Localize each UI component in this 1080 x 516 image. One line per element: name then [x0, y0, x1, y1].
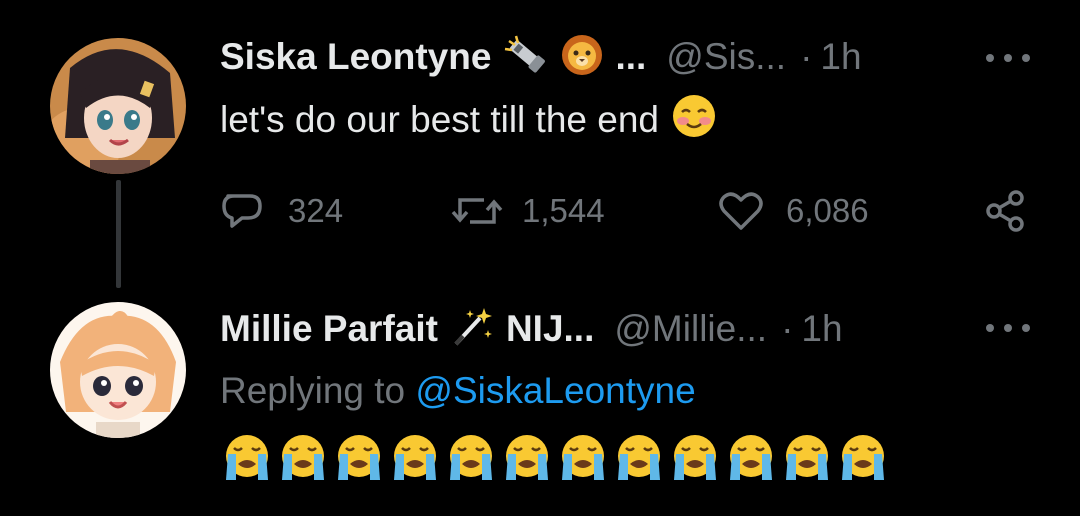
tweet-2-text	[220, 432, 890, 482]
retweet-count: 1,544	[522, 192, 605, 229]
loudly-crying-face-icon	[226, 435, 268, 480]
separator-dot: ·	[800, 36, 813, 77]
user-handle[interactable]: @Sis...	[666, 36, 786, 78]
avatar-millie-image	[50, 302, 186, 438]
reply-count: 324	[288, 192, 344, 229]
smiling-face-icon	[671, 93, 717, 148]
lion-face-icon	[561, 34, 603, 81]
tweet-1-header: Siska Leontyne ... @Sis... · 1h	[220, 34, 862, 81]
display-name[interactable]: Siska Leontyne	[220, 36, 491, 78]
loudly-crying-face-icon	[618, 435, 660, 480]
tweet-2-header: Millie Parfait NIJ... @Millie... · 1h	[220, 306, 843, 353]
like-button[interactable]: 6,086	[718, 190, 869, 232]
more-options-icon[interactable]	[986, 48, 1030, 68]
more-options-icon[interactable]	[986, 318, 1030, 338]
replying-to-mention[interactable]: @SiskaLeontyne	[415, 370, 695, 411]
avatar-siska-image	[50, 38, 186, 174]
separator-dot: ·	[781, 308, 794, 349]
display-name-suffix: NIJ...	[505, 308, 595, 349]
avatar-siska[interactable]	[50, 38, 186, 174]
avatar-millie[interactable]	[50, 302, 186, 438]
tweet-thread: Siska Leontyne ... @Sis... · 1h let's do…	[0, 0, 1080, 516]
timestamp[interactable]: 1h	[820, 36, 861, 78]
loudly-crying-face-icon	[338, 435, 380, 480]
tweet-1-text: let's do our best till the end	[220, 94, 717, 144]
display-name[interactable]: Millie Parfait	[220, 308, 438, 350]
thread-connector-line	[116, 180, 121, 288]
retweet-icon	[451, 198, 503, 224]
loudly-crying-face-icon	[786, 435, 828, 480]
loudly-crying-face-icon	[674, 435, 716, 480]
reply-button[interactable]: 324	[220, 190, 343, 232]
timestamp[interactable]: 1h	[801, 308, 842, 350]
loudly-crying-face-icon	[394, 435, 436, 480]
replying-to-label: Replying to	[220, 370, 406, 411]
flashlight-icon	[503, 35, 549, 80]
share-icon	[986, 190, 1024, 232]
loudly-crying-face-icon	[282, 435, 324, 480]
user-handle[interactable]: @Millie...	[614, 308, 767, 350]
tweet-text: let's do our best till the end	[220, 99, 659, 140]
heart-icon	[719, 192, 763, 230]
loudly-crying-face-icon	[450, 435, 492, 480]
loudly-crying-face-icon	[842, 435, 884, 480]
reply-icon	[222, 194, 262, 228]
loudly-crying-face-icon	[562, 435, 604, 480]
like-count: 6,086	[786, 192, 869, 229]
magic-wand-icon	[450, 306, 494, 353]
share-button[interactable]	[984, 190, 1028, 232]
retweet-button[interactable]: 1,544	[450, 190, 605, 232]
loudly-crying-face-icon	[506, 435, 548, 480]
name-overflow-ellipsis: ...	[615, 36, 647, 77]
loudly-crying-face-icon	[730, 435, 772, 480]
replying-to-line: Replying to @SiskaLeontyne	[220, 370, 696, 412]
